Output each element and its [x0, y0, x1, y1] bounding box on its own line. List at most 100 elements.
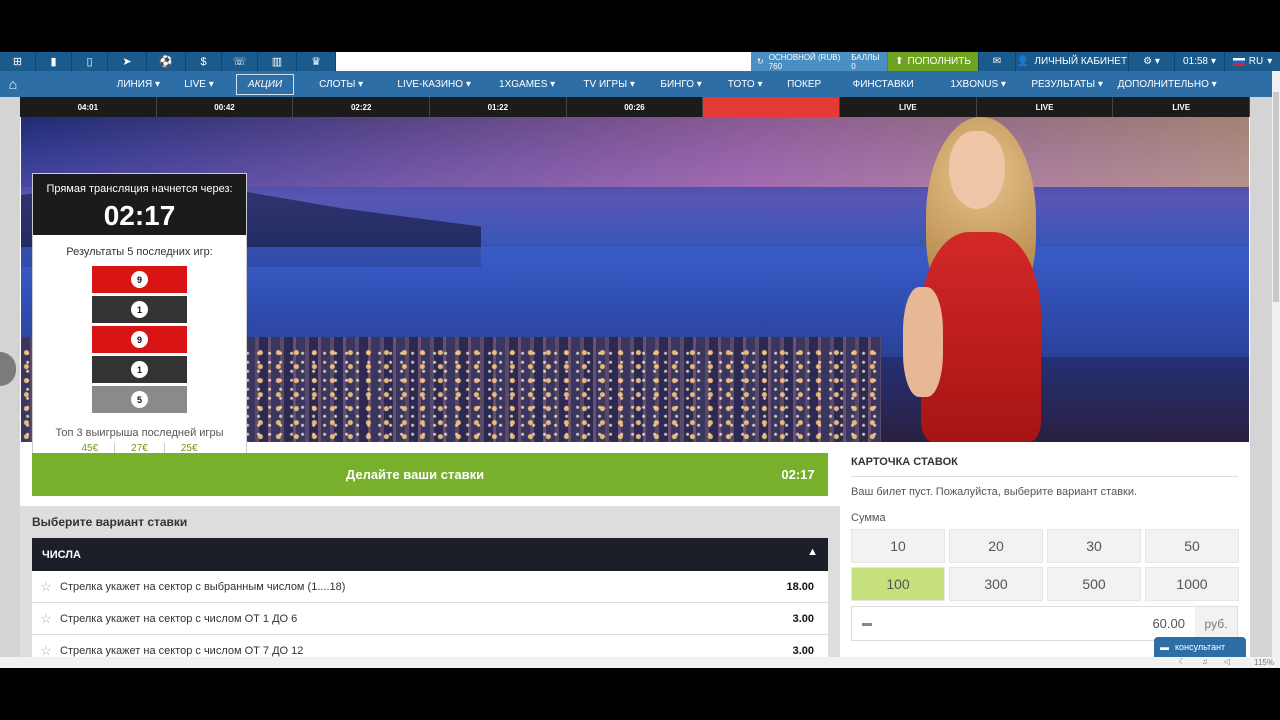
refresh-icon[interactable]: ↻ — [757, 57, 764, 66]
amount-input[interactable]: ▬ 60.00 руб. — [851, 606, 1238, 641]
broadcast-label: Прямая трансляция начнется через: — [46, 183, 233, 195]
nav-item-finbets[interactable]: ФИНСТАВКИ — [832, 71, 934, 97]
game-tile[interactable]: 04:01 — [20, 97, 157, 117]
sum-label: Сумма — [851, 512, 886, 524]
game-tiles: 04:01 00:42 02:22 01:22 00:26 LIVE LIVE … — [20, 97, 1251, 117]
chevron-down-icon: ▾ — [1267, 56, 1273, 67]
amount-button-20[interactable]: 20 — [949, 529, 1043, 563]
chevron-up-icon[interactable]: ▲ — [807, 546, 818, 558]
ball-icon[interactable]: ⚽ — [147, 52, 186, 71]
zoom-level[interactable]: 115% — [1254, 658, 1274, 667]
nav-item-tv-games[interactable]: TV ИГРЫ ▾ — [570, 71, 648, 97]
star-icon[interactable]: ☆ — [32, 611, 60, 627]
bet-option-row[interactable]: ☆ Стрелка укажет на сектор с выбранным ч… — [32, 571, 828, 603]
currency-label: руб. — [1195, 607, 1237, 640]
gear-icon: ⚙ ▾ — [1143, 56, 1160, 67]
windows-icon[interactable]: ⊞ — [0, 52, 36, 71]
phone-icon[interactable]: ☏ — [222, 52, 258, 71]
keyboard-icon: ▬ — [862, 618, 872, 629]
user-icon: 👤 — [1016, 56, 1030, 67]
settings-button[interactable]: ⚙ ▾ — [1128, 52, 1174, 71]
nav-item-slots[interactable]: СЛОТЫ ▾ — [298, 71, 384, 97]
result-row: 1 — [92, 356, 187, 383]
bet-slip-title: КАРТОЧКА СТАВОК — [851, 456, 958, 468]
telegram-icon[interactable]: ➤ — [108, 52, 147, 71]
chat-icon: ▬ — [1160, 642, 1169, 652]
quick-links: ⊞ ▮ ▯ ➤ ⚽ $ ☏ ▥ ♛ — [0, 52, 336, 71]
game-tile[interactable]: LIVE — [1113, 97, 1251, 117]
game-tile[interactable]: 02:22 — [293, 97, 431, 117]
place-bets-label: Делайте ваши ставки — [345, 467, 485, 482]
side-tab[interactable] — [0, 352, 16, 386]
messages-button[interactable]: ✉ — [978, 52, 1015, 71]
bet-odds[interactable]: 18.00 — [768, 581, 828, 593]
browser-status-bar: ☾ ♫ ◁ 115% — [0, 657, 1280, 668]
consultant-button[interactable]: ▬ консультант — [1154, 637, 1246, 657]
scrollbar-thumb[interactable] — [1273, 92, 1279, 302]
chevron-down-icon: ▾ — [1211, 56, 1217, 67]
home-icon[interactable]: ⌂ — [0, 71, 26, 97]
amount-button-30[interactable]: 30 — [1047, 529, 1141, 563]
amount-button-300[interactable]: 300 — [949, 567, 1043, 601]
result-row: 9 — [92, 326, 187, 353]
trophy-icon[interactable]: ♛ — [297, 52, 336, 71]
status-icons: ☾ ♫ ◁ — [1179, 657, 1230, 666]
nav-item-live-casino[interactable]: LIVE-КАЗИНО ▾ — [384, 71, 484, 97]
mobile-icon[interactable]: ▯ — [72, 52, 108, 71]
broadcast-panel: Прямая трансляция начнется через: 02:17 … — [32, 173, 247, 466]
amount-button-50[interactable]: 50 — [1145, 529, 1239, 563]
game-tile[interactable]: 00:26 — [567, 97, 704, 117]
bet-odds[interactable]: 3.00 — [768, 613, 828, 625]
nav-item-line[interactable]: ЛИНИЯ ▾ — [26, 71, 166, 97]
time-dropdown[interactable]: 01:58 ▾ — [1174, 52, 1224, 71]
nav-item-promo[interactable]: АКЦИИ — [236, 73, 295, 95]
game-tile[interactable]: LIVE — [977, 97, 1114, 117]
game-tile[interactable]: LIVE — [840, 97, 977, 117]
amount-button-10[interactable]: 10 — [851, 529, 945, 563]
nav-item-1xgames[interactable]: 1XGAMES ▾ — [484, 71, 570, 97]
bet-options-section: Выберите вариант ставки ЧИСЛА ▲ ☆ Стрелк… — [20, 506, 840, 668]
broadcast-header: Прямая трансляция начнется через: 02:17 — [33, 174, 246, 235]
nav-item-results[interactable]: РЕЗУЛЬТАТЫ ▾ — [1022, 71, 1112, 97]
account-area: ↻ ОСНОВНОЙ (RUB) 760 БАЛЛЫ 0 ⬆ ПОПОЛНИТЬ… — [751, 52, 1280, 71]
top3-title: Топ 3 выигрыша последней игры — [55, 427, 224, 439]
chart-icon[interactable]: ▥ — [258, 52, 297, 71]
nav-item-live[interactable]: LIVE ▾ — [166, 71, 232, 97]
star-icon[interactable]: ☆ — [32, 579, 60, 595]
nav-item-poker[interactable]: ПОКЕР — [776, 71, 832, 97]
dollar-icon[interactable]: $ — [186, 52, 222, 71]
quick-amounts: 10 20 30 50 100 300 500 1000 — [851, 529, 1239, 601]
page-content: 04:01 00:42 02:22 01:22 00:26 LIVE LIVE … — [20, 97, 1251, 668]
personal-cabinet-button[interactable]: 👤 ЛИЧНЫЙ КАБИНЕТ — [1015, 52, 1128, 71]
amount-button-1000[interactable]: 1000 — [1145, 567, 1239, 601]
nav-item-more[interactable]: ДОПОЛНИТЕЛЬНО ▾ — [1112, 71, 1222, 97]
amount-value[interactable]: 60.00 — [882, 616, 1195, 631]
bet-options-list: ☆ Стрелка укажет на сектор с выбранным ч… — [32, 571, 828, 667]
upload-icon: ⬆ — [895, 56, 904, 67]
top-up-button[interactable]: ⬆ ПОПОЛНИТЬ — [888, 52, 978, 71]
game-tile-active[interactable] — [703, 97, 841, 117]
bet-slip: КАРТОЧКА СТАВОК Ваш билет пуст. Пожалуйс… — [840, 442, 1250, 668]
envelope-icon: ✉ — [992, 56, 1002, 67]
game-tile[interactable]: 01:22 — [430, 97, 567, 117]
sound-icon[interactable]: ◁ — [1224, 657, 1230, 666]
moon-icon[interactable]: ☾ — [1179, 657, 1186, 666]
game-tile[interactable]: 00:42 — [157, 97, 294, 117]
file-icon[interactable]: ▮ — [36, 52, 72, 71]
bet-option-row[interactable]: ☆ Стрелка укажет на сектор с числом ОТ 1… — [32, 603, 828, 635]
nav-item-1xbonus[interactable]: 1XBONUS ▾ — [934, 71, 1022, 97]
bet-odds[interactable]: 3.00 — [768, 645, 828, 657]
language-dropdown[interactable]: RU ▾ — [1224, 52, 1280, 71]
hero-model — [901, 117, 1101, 442]
nav-item-bingo[interactable]: БИНГО ▾ — [648, 71, 714, 97]
broadcast-countdown: 02:17 — [103, 200, 176, 231]
divider — [851, 476, 1238, 477]
nav-item-toto[interactable]: ТОТО ▾ — [714, 71, 776, 97]
top-utility-bar: ⊞ ▮ ▯ ➤ ⚽ $ ☏ ▥ ♛ ↻ ОСНОВНОЙ (RUB) 760 Б… — [0, 52, 1280, 71]
category-numbers[interactable]: ЧИСЛА ▲ — [32, 538, 828, 571]
amount-button-100[interactable]: 100 — [851, 567, 945, 601]
bell-icon[interactable]: ♫ — [1202, 657, 1208, 666]
amount-button-500[interactable]: 500 — [1047, 567, 1141, 601]
main-balance: ОСНОВНОЙ (RUB) 760 — [768, 52, 841, 71]
balance-widget[interactable]: ↻ ОСНОВНОЙ (RUB) 760 БАЛЛЫ 0 — [751, 52, 888, 71]
